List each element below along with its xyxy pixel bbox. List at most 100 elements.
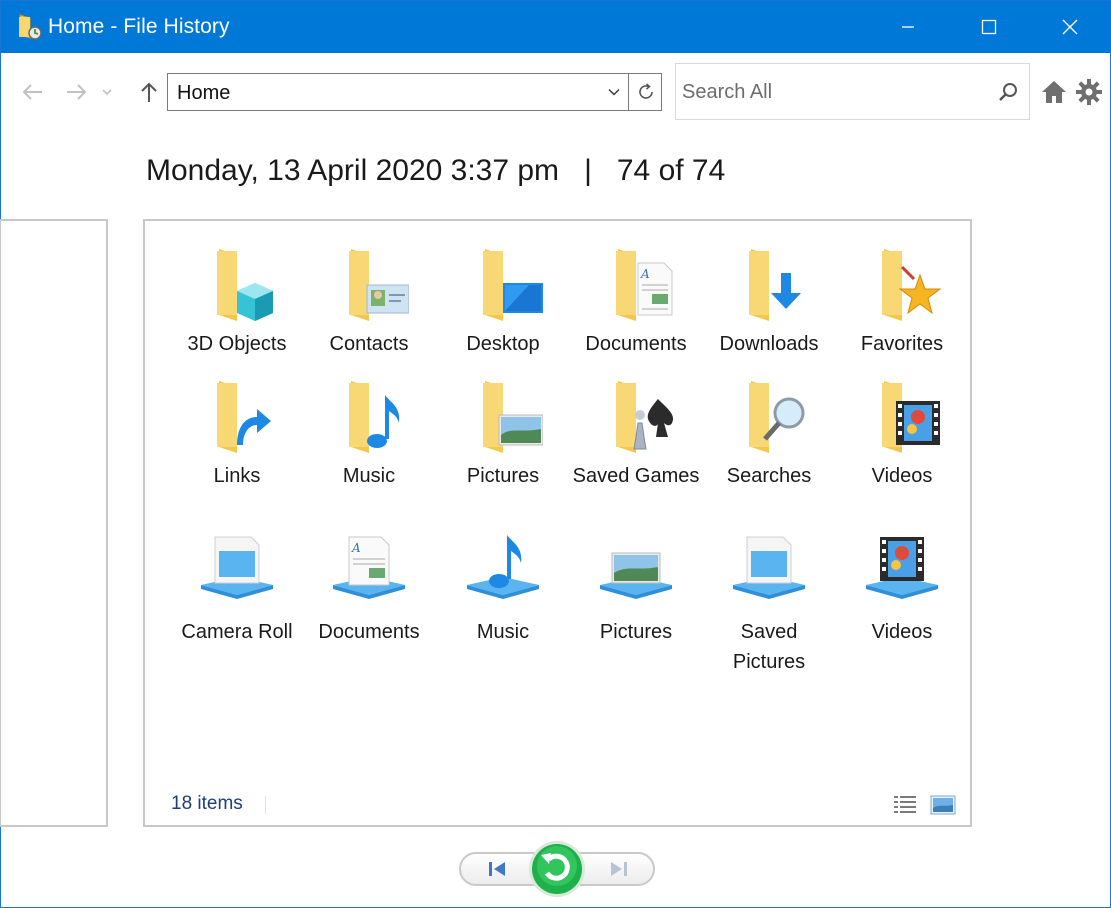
item-label: Downloads bbox=[719, 333, 819, 355]
folder-item-music[interactable]: Music bbox=[303, 377, 435, 491]
library-videos-icon bbox=[866, 537, 938, 599]
item-label: Camera Roll bbox=[181, 621, 293, 643]
skip-next-icon bbox=[611, 862, 627, 876]
item-label: Documents bbox=[318, 621, 420, 643]
forward-button[interactable] bbox=[62, 77, 92, 107]
item-label: Favorites bbox=[860, 333, 944, 355]
refresh-button[interactable] bbox=[629, 74, 662, 110]
item-label: Music bbox=[342, 465, 396, 487]
file-history-app-icon bbox=[19, 14, 42, 40]
library-camera-roll-icon bbox=[201, 536, 273, 599]
folder-3d-objects-icon bbox=[217, 249, 273, 321]
item-label: Searches bbox=[726, 465, 812, 487]
folder-music-icon bbox=[349, 381, 400, 453]
folder-favorites-icon bbox=[882, 249, 942, 321]
snapshot-separator: | bbox=[584, 154, 592, 187]
search-box[interactable] bbox=[675, 63, 1030, 120]
item-label: 3D Objects bbox=[187, 333, 287, 355]
library-item-camera-roll[interactable]: Camera Roll bbox=[171, 533, 303, 647]
item-label: Saved Pictures bbox=[732, 621, 806, 673]
chevron-down-icon bbox=[102, 89, 112, 96]
folder-item-downloads[interactable]: Downloads bbox=[703, 245, 835, 359]
details-view-icon[interactable] bbox=[892, 793, 918, 817]
folder-pictures-icon bbox=[483, 381, 543, 453]
library-documents-icon: A bbox=[333, 536, 405, 599]
restore-icon[interactable] bbox=[527, 839, 587, 899]
item-label: Music bbox=[476, 621, 530, 643]
previous-snapshot-panel[interactable] bbox=[0, 219, 108, 827]
recent-locations-button[interactable] bbox=[97, 77, 117, 107]
gear-icon[interactable] bbox=[1075, 78, 1103, 106]
chevron-down-icon bbox=[608, 89, 620, 96]
next-version-button[interactable] bbox=[601, 856, 637, 882]
item-label: Videos bbox=[871, 621, 933, 643]
search-input[interactable] bbox=[682, 79, 982, 105]
svg-text:A: A bbox=[640, 267, 650, 281]
folder-item-searches[interactable]: Searches bbox=[703, 377, 835, 491]
library-item-pictures[interactable]: Pictures bbox=[570, 533, 702, 647]
snapshot-content-panel: 3D Objects Contacts Desktop A Documents bbox=[143, 219, 972, 827]
minimize-button[interactable] bbox=[875, 1, 941, 53]
folder-saved-games-icon bbox=[616, 381, 674, 453]
snapshot-position: 74 of 74 bbox=[616, 154, 726, 187]
library-saved-pictures-icon bbox=[733, 536, 805, 599]
previous-version-button[interactable] bbox=[479, 856, 515, 882]
minimize-icon bbox=[902, 26, 914, 28]
address-bar[interactable]: Home bbox=[167, 73, 662, 111]
folder-item-contacts[interactable]: Contacts bbox=[303, 245, 435, 359]
folder-videos-icon bbox=[882, 381, 940, 453]
title-bar[interactable]: Home - File History bbox=[1, 1, 1110, 53]
item-label: Videos bbox=[871, 465, 933, 487]
item-label: Pictures bbox=[466, 465, 540, 487]
home-icon[interactable] bbox=[1041, 79, 1067, 105]
library-item-music[interactable]: Music bbox=[437, 533, 569, 647]
search-icon[interactable] bbox=[996, 80, 1020, 104]
status-divider bbox=[265, 796, 266, 814]
item-label: Desktop bbox=[466, 333, 540, 355]
refresh-icon bbox=[638, 83, 653, 99]
library-item-documents[interactable]: A Documents bbox=[303, 533, 435, 647]
folder-searches-icon bbox=[749, 381, 805, 453]
svg-text:A: A bbox=[351, 541, 361, 555]
item-count: 18 items bbox=[171, 793, 243, 814]
folder-links-icon bbox=[217, 381, 271, 453]
snapshot-header: Monday, 13 April 2020 3:37 pm | 74 of 74 bbox=[146, 154, 725, 188]
item-label: Links bbox=[213, 465, 261, 487]
arrow-up-icon bbox=[141, 82, 157, 102]
close-button[interactable] bbox=[1037, 1, 1103, 53]
large-icons-view-icon[interactable] bbox=[930, 793, 956, 817]
folder-downloads-icon bbox=[749, 249, 801, 321]
folder-item-documents[interactable]: A Documents bbox=[570, 245, 702, 359]
address-dropdown-button[interactable] bbox=[600, 74, 628, 110]
folder-item-desktop[interactable]: Desktop bbox=[437, 245, 569, 359]
library-item-videos[interactable]: Videos bbox=[836, 533, 968, 647]
address-text[interactable]: Home bbox=[177, 82, 230, 105]
folder-contacts-icon bbox=[349, 249, 409, 321]
folder-item-favorites[interactable]: Favorites bbox=[836, 245, 968, 359]
folder-documents-icon: A bbox=[616, 249, 673, 321]
back-button[interactable] bbox=[17, 77, 47, 107]
snapshot-date: Monday, 13 April 2020 3:37 pm bbox=[146, 154, 560, 187]
library-music-icon bbox=[467, 535, 539, 599]
folder-item-3d-objects[interactable]: 3D Objects bbox=[171, 245, 303, 359]
up-button[interactable] bbox=[134, 77, 164, 107]
maximize-icon bbox=[981, 19, 997, 35]
item-label: Documents bbox=[585, 333, 687, 355]
item-label: Saved Games bbox=[572, 465, 700, 487]
library-pictures-icon bbox=[600, 552, 672, 599]
folder-item-links[interactable]: Links bbox=[171, 377, 303, 491]
maximize-button[interactable] bbox=[956, 1, 1022, 53]
folder-item-videos[interactable]: Videos bbox=[836, 377, 968, 491]
item-label: Pictures bbox=[599, 621, 673, 643]
item-label: Contacts bbox=[329, 333, 409, 355]
library-item-saved-pictures[interactable]: Saved Pictures bbox=[703, 533, 835, 677]
folder-item-saved-games[interactable]: Saved Games bbox=[570, 377, 702, 491]
arrow-left-icon bbox=[22, 84, 42, 100]
arrow-right-icon bbox=[67, 84, 87, 100]
window-title: Home - File History bbox=[48, 15, 230, 38]
file-history-window: Home - File History Home Search All Mond… bbox=[0, 0, 1111, 908]
folder-item-pictures[interactable]: Pictures bbox=[437, 377, 569, 491]
close-icon bbox=[1062, 19, 1078, 35]
skip-previous-icon bbox=[489, 862, 505, 876]
folder-desktop-icon bbox=[483, 249, 543, 321]
